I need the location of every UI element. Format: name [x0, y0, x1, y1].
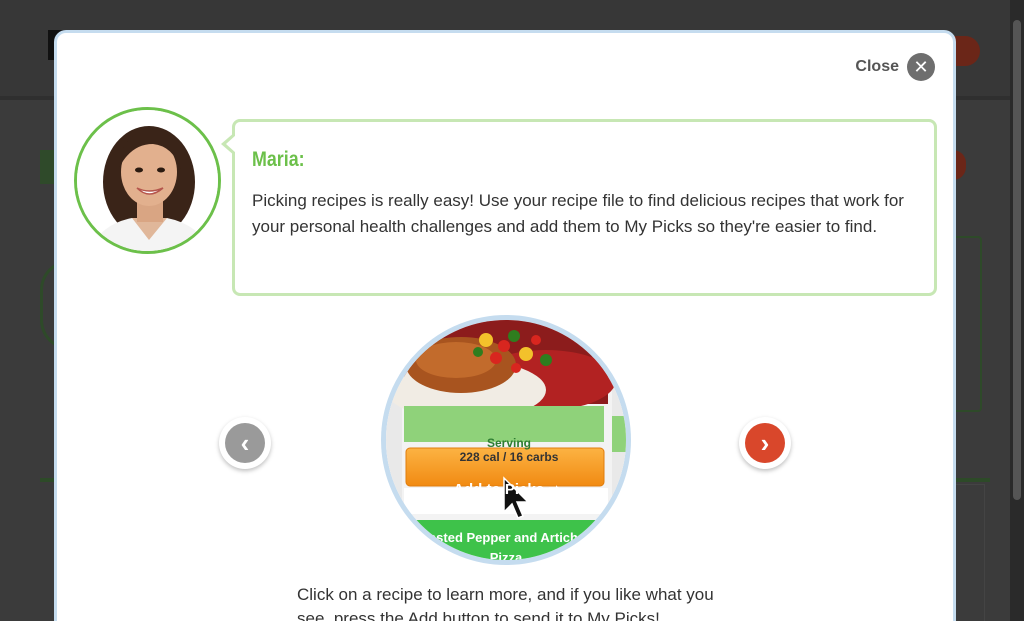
recipe-preview-illustration: Serving 228 cal / 16 carbs Add to Picks …: [381, 315, 631, 565]
close-button[interactable]: Close ✕: [855, 53, 935, 81]
background-heading: [40, 150, 54, 184]
instructions-text: Click on a recipe to learn more, and if …: [297, 585, 714, 621]
previous-button[interactable]: ‹: [219, 417, 271, 469]
avatar-portrait: [77, 110, 218, 251]
chevron-right-icon: ›: [745, 423, 785, 463]
add-to-picks-label: Add to Picks: [453, 481, 545, 498]
page-scrollbar[interactable]: [1010, 0, 1024, 621]
export-icon: ⇨: [548, 481, 561, 498]
tutorial-modal: Close ✕ Maria: Picking recipes is really…: [54, 30, 956, 621]
close-icon[interactable]: ✕: [907, 53, 935, 81]
speaker-name: Maria:: [252, 148, 305, 171]
recipe-title-line1: Roasted Pepper and Artichoke: [411, 530, 601, 545]
close-label: Close: [855, 58, 899, 75]
add-to-picks-button: Add to Picks ⇨: [410, 480, 604, 500]
speech-bubble: Maria: Picking recipes is really easy! U…: [221, 119, 937, 296]
serving-value: 228 cal / 16 carbs: [459, 450, 559, 464]
next-button[interactable]: ›: [739, 417, 791, 469]
guide-avatar: [74, 107, 221, 254]
guide-message: Picking recipes is really easy! Use your…: [252, 191, 904, 236]
bubble-tail-inner: [226, 135, 236, 153]
recipe-title: Roasted Pepper and Artichoke Pizza: [386, 528, 626, 565]
serving-label: Serving: [486, 436, 531, 450]
chevron-left-icon: ‹: [225, 423, 265, 463]
recipe-title-line2: Pizza: [489, 550, 523, 565]
scrollbar-thumb[interactable]: [1013, 20, 1021, 500]
